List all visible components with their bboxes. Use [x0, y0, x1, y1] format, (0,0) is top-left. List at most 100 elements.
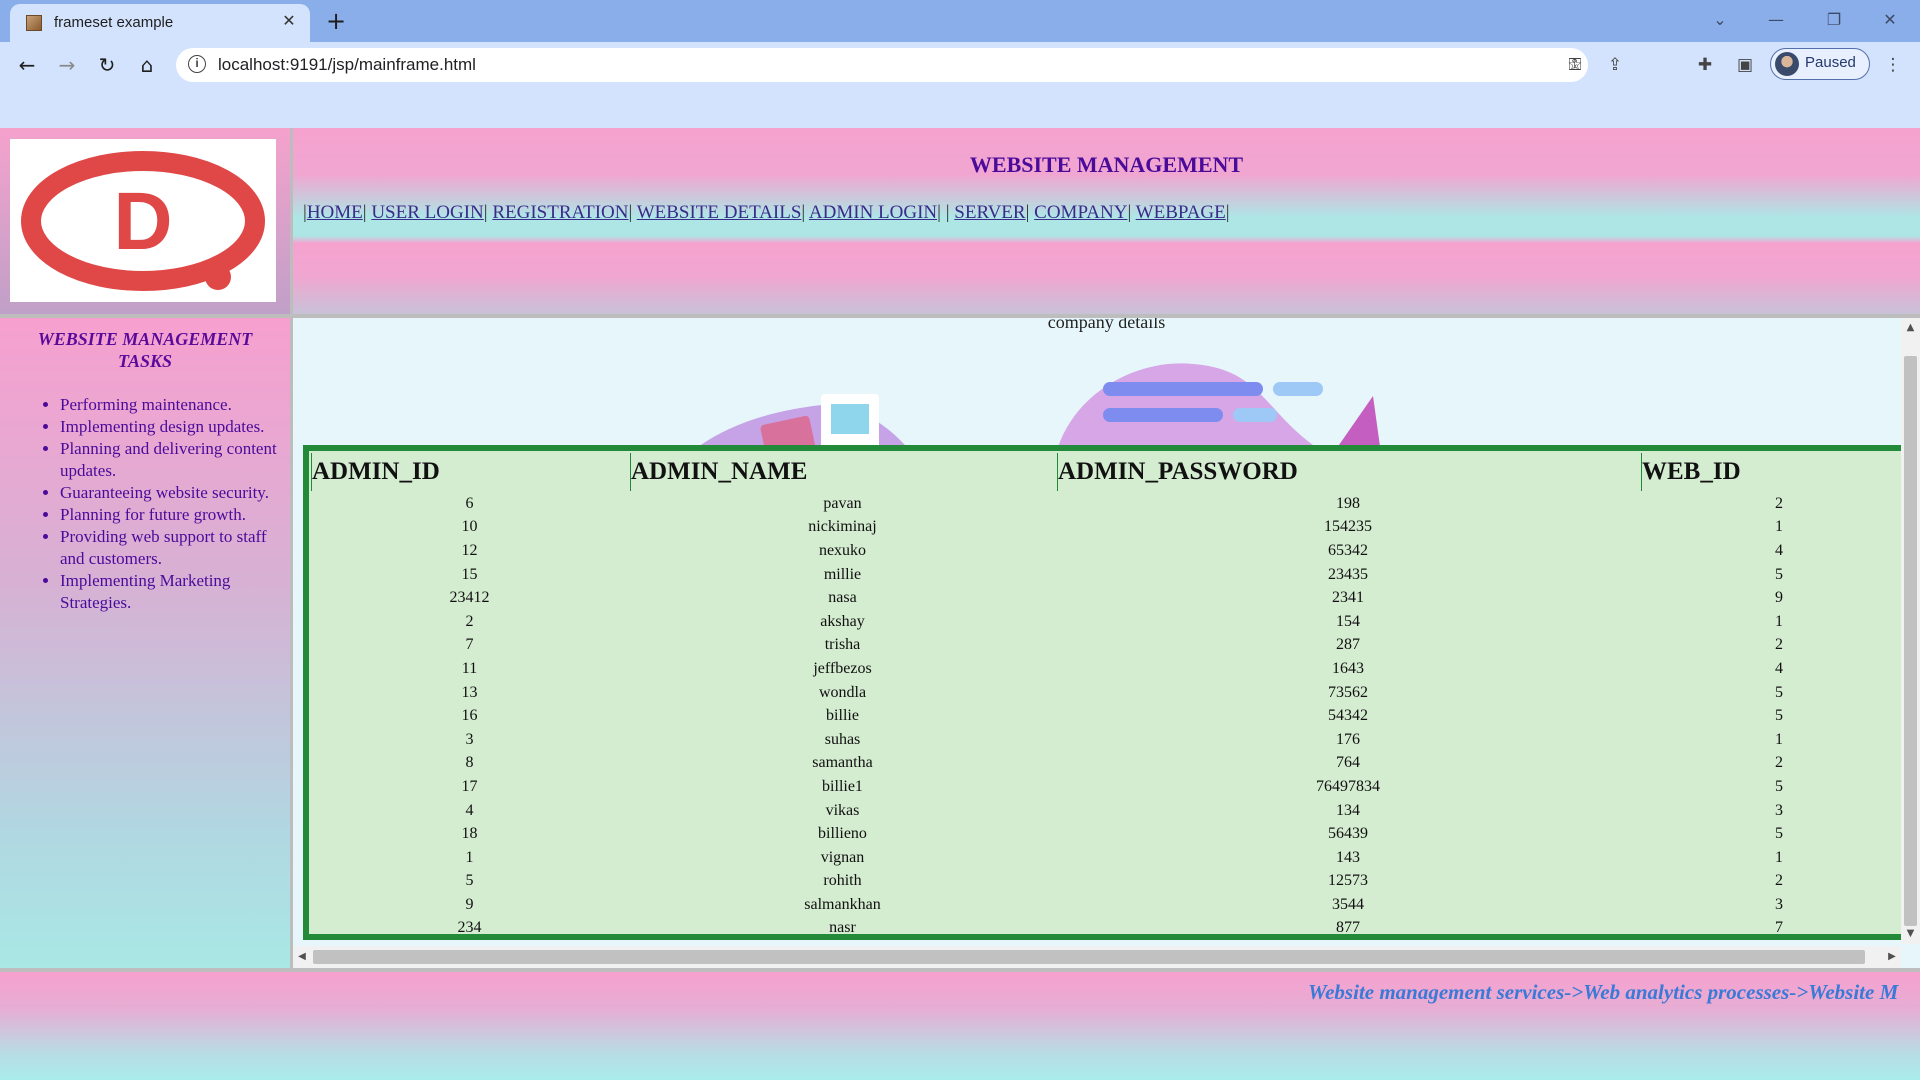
- horizontal-scrollbar[interactable]: ◀ ▶: [293, 946, 1901, 968]
- table-cell: 3: [465, 730, 474, 748]
- forward-icon[interactable]: →: [52, 50, 82, 80]
- table-row: 17 billie1 76497834 5: [311, 776, 1917, 798]
- restore-icon[interactable]: ❐: [1814, 6, 1854, 34]
- nav-server[interactable]: SERVER: [954, 202, 1025, 223]
- table-row: 8 samantha 764 2: [311, 753, 1917, 775]
- nav-home[interactable]: HOME: [307, 202, 363, 223]
- table-cell: 54342: [1328, 707, 1368, 725]
- scroll-right-icon[interactable]: ▶: [1883, 946, 1901, 968]
- scroll-left-icon[interactable]: ◀: [293, 946, 311, 968]
- task-list: Performing maintenance. Implementing des…: [0, 394, 280, 614]
- admin-table-container: ADMIN_ID ADMIN_NAME ADMIN_PASSWORD WEB_I…: [303, 445, 1920, 940]
- reload-icon[interactable]: ↻: [92, 50, 122, 80]
- table-cell: 9: [1775, 589, 1783, 607]
- scroll-down-icon[interactable]: ▼: [1901, 926, 1920, 942]
- table-cell: akshay: [820, 612, 865, 630]
- horizontal-scroll-thumb[interactable]: [313, 950, 1865, 964]
- table-cell: 143: [1336, 848, 1360, 866]
- key-icon[interactable]: ⚿: [1562, 52, 1588, 78]
- table-cell: nasr: [829, 919, 856, 937]
- table-cell: 2: [1775, 636, 1783, 654]
- home-icon[interactable]: ⌂: [132, 50, 162, 80]
- svg-text:D: D: [113, 176, 172, 267]
- table-cell: 234: [457, 919, 482, 937]
- menu-icon[interactable]: ⋮: [1880, 52, 1906, 78]
- close-tab-icon[interactable]: ✕: [278, 10, 300, 32]
- table-cell: nasa: [828, 589, 857, 607]
- profile-button[interactable]: Paused: [1770, 48, 1870, 80]
- table-row: 13 wondla 73562 5: [311, 682, 1917, 704]
- column-header: ADMIN_PASSWORD: [1057, 453, 1639, 491]
- sidepanel-icon[interactable]: ▣: [1732, 52, 1758, 78]
- back-icon[interactable]: ←: [12, 50, 42, 80]
- list-item: Providing web support to staff and custo…: [60, 526, 280, 570]
- table-cell: millie: [823, 565, 862, 583]
- browser-tabstrip: frameset example ✕ + ⌄ — ❐ ✕: [0, 0, 1920, 42]
- table-cell: 23435: [1328, 565, 1368, 583]
- scroll-up-icon[interactable]: ▲: [1901, 320, 1920, 336]
- table-cell: 134: [1336, 801, 1360, 819]
- table-row: 10 nickiminaj 154235 1: [311, 517, 1917, 539]
- table-cell: 1: [1775, 518, 1783, 536]
- nav-user-login[interactable]: USER LOGIN: [371, 202, 483, 223]
- table-cell: 4: [1775, 541, 1783, 559]
- minimize-icon[interactable]: —: [1756, 6, 1796, 34]
- table-cell: 5: [1775, 825, 1783, 843]
- extensions-icon[interactable]: ✚: [1692, 52, 1718, 78]
- nav-webpage[interactable]: WEBPAGE: [1136, 202, 1226, 223]
- table-row: 23412 nasa 2341 9: [311, 587, 1917, 609]
- footer-frame: Website management services->Web analyti…: [0, 972, 1920, 1080]
- table-cell: 154: [1336, 612, 1360, 630]
- table-cell: 18: [461, 825, 478, 843]
- table-cell: billieno: [818, 825, 867, 843]
- table-cell: nickiminaj: [808, 518, 877, 536]
- table-cell: samantha: [812, 754, 873, 772]
- table-cell: 12: [461, 541, 478, 559]
- table-cell: 76497834: [1316, 777, 1380, 795]
- table-cell: 8: [465, 754, 474, 772]
- close-window-icon[interactable]: ✕: [1870, 6, 1910, 34]
- nav-company[interactable]: COMPANY: [1034, 202, 1127, 223]
- table-cell: 4: [1775, 659, 1783, 677]
- vertical-scroll-thumb[interactable]: [1904, 356, 1917, 926]
- table-cell: 16: [461, 707, 478, 725]
- table-cell: suhas: [824, 730, 861, 748]
- table-row: 11 jeffbezos 1643 4: [311, 658, 1917, 680]
- column-header: ADMIN_ID: [311, 453, 628, 491]
- address-bar[interactable]: i localhost:9191/jsp/mainframe.html ☆: [176, 48, 1588, 82]
- table-cell: 2: [465, 612, 474, 630]
- table-cell: vignan: [820, 848, 865, 866]
- table-cell: 1643: [1332, 659, 1364, 677]
- table-cell: pavan: [823, 494, 862, 512]
- table-cell: 10: [461, 518, 478, 536]
- table-cell: 5: [1775, 707, 1783, 725]
- nav-admin-login[interactable]: ADMIN LOGIN: [809, 202, 937, 223]
- table-cell: 154235: [1324, 518, 1372, 536]
- nav-registration[interactable]: REGISTRATION: [492, 202, 628, 223]
- new-tab-icon[interactable]: +: [322, 8, 350, 36]
- table-row: 6 pavan 198 2: [311, 493, 1917, 515]
- nav-website-details[interactable]: WEBSITE DETAILS: [637, 202, 802, 223]
- browser-tab[interactable]: frameset example ✕: [10, 4, 310, 42]
- table-cell: 56439: [1328, 825, 1368, 843]
- tab-search-icon[interactable]: ⌄: [1700, 6, 1740, 34]
- table-cell: 3: [1775, 801, 1783, 819]
- table-cell: 7: [1775, 919, 1783, 937]
- vertical-scrollbar[interactable]: ▲ ▼: [1901, 318, 1920, 944]
- share-icon[interactable]: ⇪: [1602, 52, 1628, 78]
- table-row: 12 nexuko 65342 4: [311, 540, 1917, 562]
- table-cell: 5: [1775, 777, 1783, 795]
- table-row: 5 rohith 12573 2: [311, 871, 1917, 893]
- table-cell: trisha: [824, 636, 861, 654]
- table-cell: 198: [1336, 494, 1360, 512]
- table-cell: 6: [465, 494, 474, 512]
- content-frame: company details ADMIN_ID ADMIN_NAME ADMI…: [293, 318, 1920, 968]
- table-cell: 877: [1336, 919, 1360, 937]
- column-header: ADMIN_NAME: [630, 453, 1055, 491]
- table-cell: 13: [461, 683, 478, 701]
- info-icon[interactable]: i: [188, 55, 206, 73]
- browser-toolbar: ← → ↻ ⌂ i localhost:9191/jsp/mainframe.h…: [0, 42, 1920, 88]
- url-text[interactable]: localhost:9191/jsp/mainframe.html: [218, 55, 476, 75]
- page-favicon-icon: [26, 15, 42, 31]
- table-cell: 2341: [1332, 589, 1364, 607]
